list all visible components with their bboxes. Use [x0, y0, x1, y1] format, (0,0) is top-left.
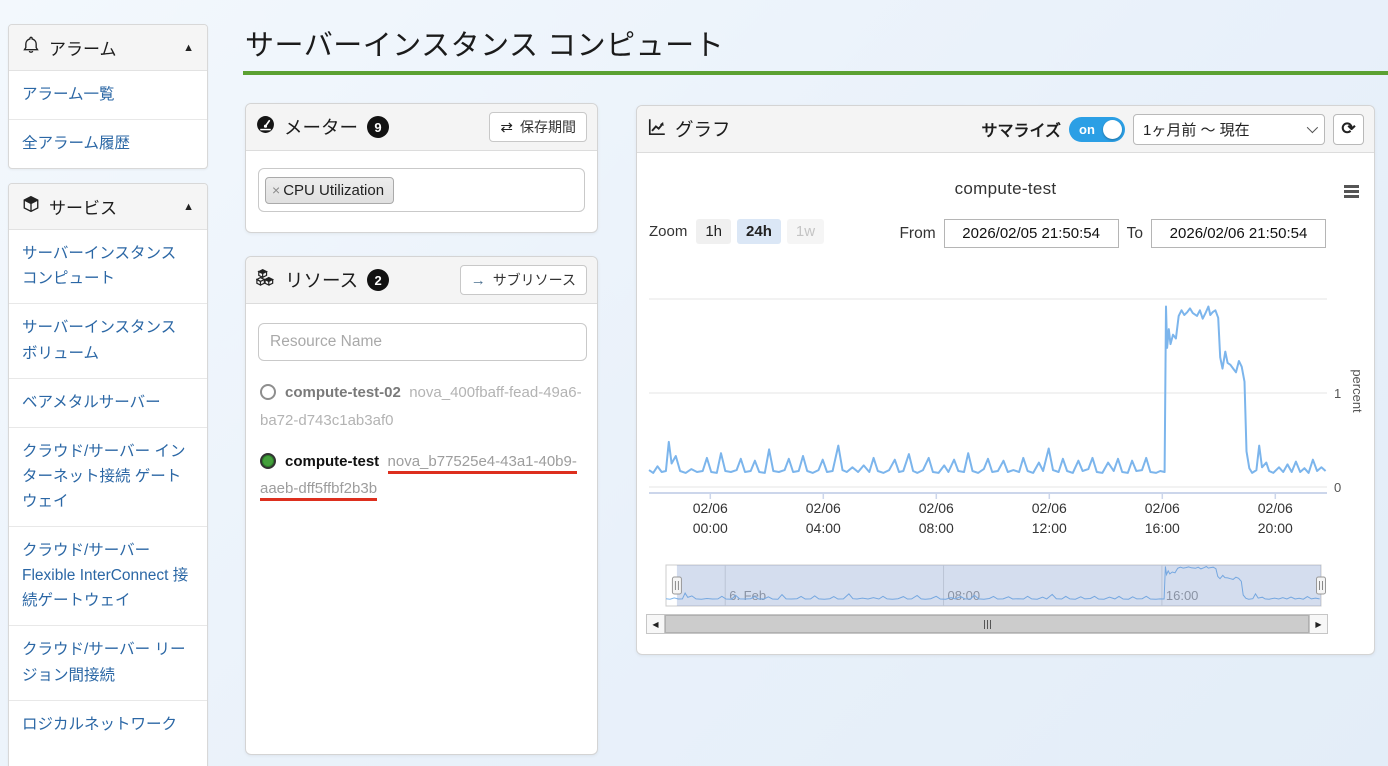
- sidebar-item-service-3[interactable]: クラウド/サーバー インターネット接続 ゲートウェイ: [9, 428, 207, 527]
- x-tick-label: 02/06: [1258, 500, 1293, 516]
- sidebar-item-service-0[interactable]: サーバーインスタンス コンピュート: [9, 230, 207, 304]
- x-tick-label: 16:00: [1145, 520, 1180, 536]
- service-item-partial: [9, 749, 207, 766]
- series-line: [649, 307, 1326, 473]
- gauge-icon: [256, 115, 275, 139]
- period-select[interactable]: 1ヶ月前 〜 現在: [1133, 114, 1325, 145]
- alarm-section-title: アラーム: [49, 35, 117, 60]
- service-section: サービス ▲ サーバーインスタンス コンピュートサーバーインスタンス ボリューム…: [8, 183, 208, 766]
- x-tick-label: 02/06: [693, 500, 728, 516]
- collapse-icon[interactable]: ▲: [183, 201, 194, 213]
- collapse-icon[interactable]: ▲: [183, 42, 194, 54]
- swap-icon: ⇄: [500, 118, 513, 136]
- sidebar-item-service-6[interactable]: ロジカルネットワーク: [9, 701, 207, 749]
- subresource-button[interactable]: → サブリソース: [460, 265, 587, 295]
- line-chart-icon: [647, 117, 667, 142]
- refresh-icon: ⟳: [1341, 119, 1355, 139]
- x-tick-label: 00:00: [693, 520, 728, 536]
- summarize-toggle[interactable]: on: [1069, 117, 1125, 142]
- sidebar-item-service-2[interactable]: ベアメタルサーバー: [9, 379, 207, 428]
- navigator-mask: [677, 565, 1321, 606]
- sidebar: アラーム ▲ アラーム一覧全アラーム履歴 サービス ▲ サーバーインスタンス コ…: [8, 24, 208, 766]
- resource-name: compute-test: [285, 453, 379, 470]
- page-title: サーバーインスタンス コンピュート: [245, 22, 724, 64]
- meter-chip-label: CPU Utilization: [283, 182, 384, 199]
- meter-panel: メーター 9 ⇄ 保存期間 × CPU Utilization: [245, 103, 598, 233]
- x-tick-label: 08:00: [919, 520, 954, 536]
- summarize-label: サマライズ: [981, 117, 1061, 141]
- sidebar-item-alarm-1[interactable]: 全アラーム履歴: [9, 120, 207, 168]
- resource-name: compute-test-02: [285, 384, 401, 401]
- sidebar-item-service-4[interactable]: クラウド/サーバー Flexible InterConnect 接続ゲートウェイ: [9, 527, 207, 626]
- service-item-list: サーバーインスタンス コンピュートサーバーインスタンス ボリュームベアメタルサー…: [9, 230, 207, 749]
- scroll-right-button[interactable]: ▶: [1309, 614, 1328, 634]
- resource-radio[interactable]: [260, 384, 276, 400]
- resource-row[interactable]: compute-test-02 nova_400fbaff-fead-49a6-…: [260, 379, 583, 435]
- resource-search-input[interactable]: [258, 323, 587, 361]
- sidebar-item-alarm-0[interactable]: アラーム一覧: [9, 71, 207, 120]
- x-tick-label: 20:00: [1258, 520, 1293, 536]
- x-tick-label: 02/06: [919, 500, 954, 516]
- x-tick-label: 12:00: [1032, 520, 1067, 536]
- meter-tag-input[interactable]: × CPU Utilization: [258, 168, 585, 212]
- refresh-button[interactable]: ⟳: [1333, 114, 1364, 145]
- cubes-icon: [256, 268, 276, 292]
- sidebar-item-service-1[interactable]: サーバーインスタンス ボリューム: [9, 304, 207, 378]
- meter-panel-title: メーター: [284, 114, 358, 140]
- x-tick-label: 02/06: [806, 500, 841, 516]
- y-tick-label: 0: [1334, 480, 1341, 495]
- cube-icon: [22, 195, 40, 218]
- scroll-left-button[interactable]: ◀: [646, 614, 665, 634]
- toggle-knob: [1103, 120, 1122, 139]
- x-tick-label: 04:00: [806, 520, 841, 536]
- period-select-value: 1ヶ月前 〜 現在: [1143, 119, 1250, 140]
- alarm-section: アラーム ▲ アラーム一覧全アラーム履歴: [8, 24, 208, 169]
- service-section-title: サービス: [49, 194, 117, 219]
- service-section-header[interactable]: サービス ▲: [9, 184, 207, 230]
- resource-panel-header: リソース 2 → サブリソース: [246, 257, 597, 304]
- graph-panel: グラフ サマライズ on 1ヶ月前 〜 現在 ⟳ compute-test Zo…: [636, 105, 1375, 655]
- meter-panel-header: メーター 9 ⇄ 保存期間: [246, 104, 597, 151]
- scrollbar-track[interactable]: [665, 614, 1309, 634]
- toggle-state-label: on: [1079, 122, 1095, 137]
- title-accent-rule: [243, 71, 1388, 75]
- alarm-section-header[interactable]: アラーム ▲: [9, 25, 207, 71]
- graph-panel-title: グラフ: [675, 116, 731, 142]
- navigator-handle[interactable]: [1317, 577, 1326, 594]
- arrow-right-icon: →: [471, 272, 486, 289]
- x-tick-label: 02/06: [1145, 500, 1180, 516]
- y-axis-title: percent: [1350, 369, 1365, 413]
- remove-chip-icon[interactable]: ×: [272, 182, 280, 198]
- graph-panel-header: グラフ サマライズ on 1ヶ月前 〜 現在 ⟳: [637, 106, 1374, 153]
- meter-chip[interactable]: × CPU Utilization: [265, 177, 394, 204]
- meter-count-badge: 9: [367, 116, 389, 138]
- graph-body: compute-test Zoom 1h24h1w From To 02/060…: [637, 153, 1374, 654]
- resource-panel-title: リソース: [285, 267, 358, 293]
- resource-panel: リソース 2 → サブリソース compute-test-02 nova_400…: [245, 256, 598, 755]
- sidebar-item-service-5[interactable]: クラウド/サーバー リージョン間接続: [9, 626, 207, 700]
- alarm-item-list: アラーム一覧全アラーム履歴: [9, 71, 207, 168]
- chart-plot-area: 02/06 00:00 02/06 04:00 02/06 08:00 02/06 12:00…: [637, 153, 1374, 654]
- resource-row[interactable]: compute-test nova_b77525e4-43a1-40b9-aae…: [260, 448, 583, 504]
- retention-period-button[interactable]: ⇄ 保存期間: [489, 112, 587, 142]
- resource-radio[interactable]: [260, 453, 276, 469]
- resource-count-badge: 2: [367, 269, 389, 291]
- resource-list: compute-test-02 nova_400fbaff-fead-49a6-…: [246, 361, 597, 503]
- x-tick-label: 02/06: [1032, 500, 1067, 516]
- chevron-down-icon: [1307, 122, 1318, 133]
- bell-icon: [22, 36, 40, 59]
- y-tick-label: 1: [1334, 386, 1341, 401]
- scrollbar-thumb[interactable]: [665, 615, 1309, 633]
- navigator-handle[interactable]: [672, 577, 681, 594]
- chart-scrollbar: ◀ ▶: [646, 614, 1328, 634]
